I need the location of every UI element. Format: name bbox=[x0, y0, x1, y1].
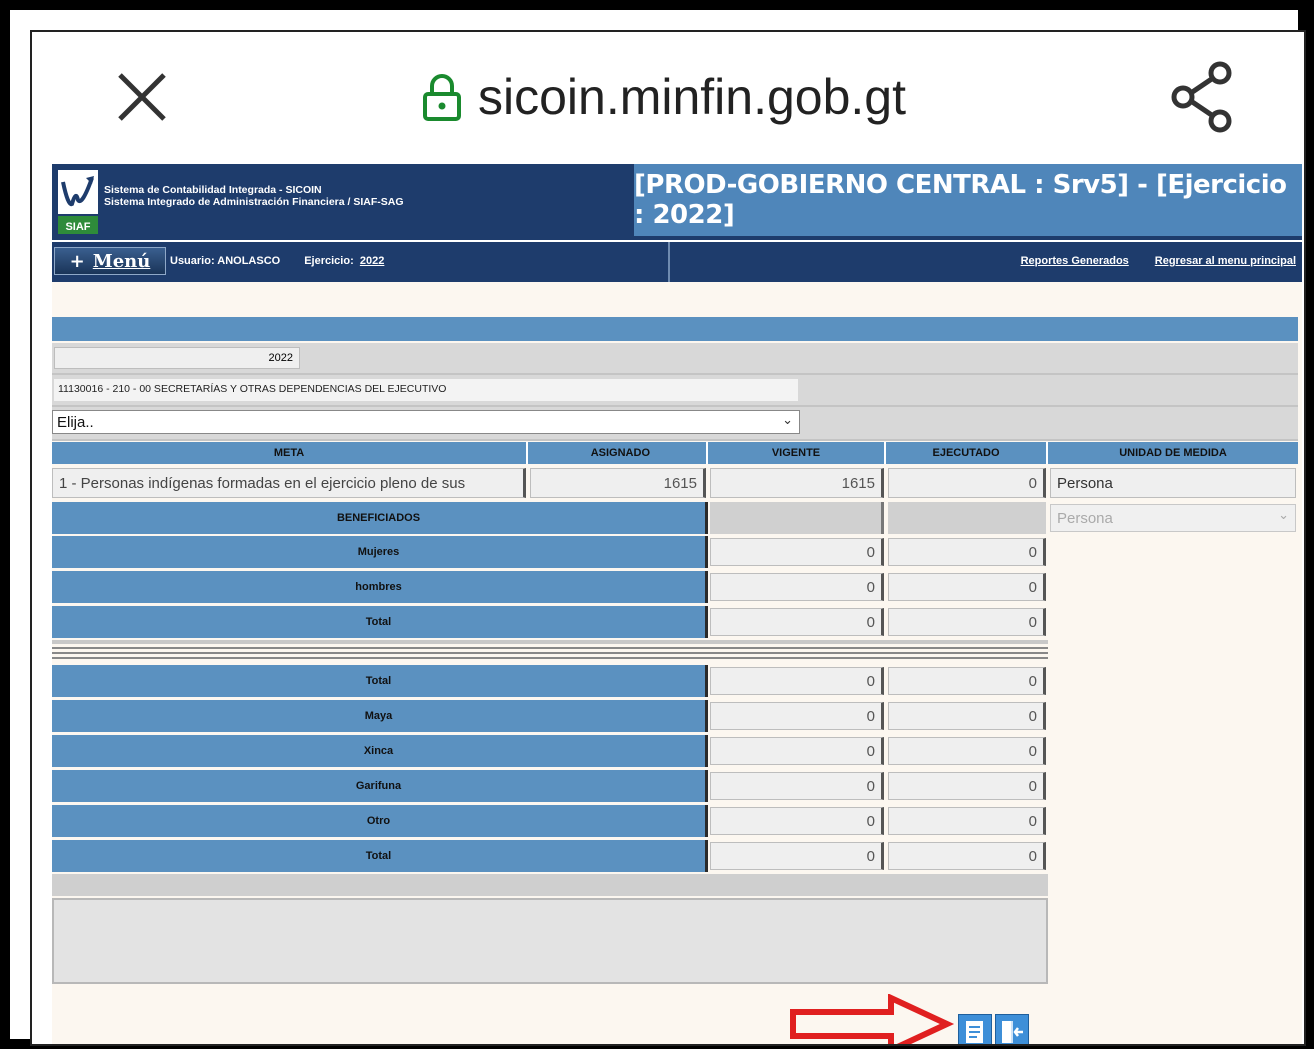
unidad-select-value: Persona bbox=[1057, 510, 1113, 527]
exercise-value[interactable]: 2022 bbox=[360, 255, 384, 267]
ejecutado-input[interactable]: 0 bbox=[888, 807, 1046, 835]
nav-divider bbox=[668, 242, 670, 282]
exercise-label: Ejercicio: bbox=[304, 255, 354, 267]
row-label: Total bbox=[52, 606, 708, 638]
observations-textarea[interactable] bbox=[52, 898, 1048, 984]
document-icon bbox=[966, 1021, 983, 1043]
col-meta: META bbox=[52, 442, 528, 464]
system-line-2: Sistema Integrado de Administración Fina… bbox=[104, 196, 404, 208]
reports-link[interactable]: Reportes Generados bbox=[1021, 255, 1129, 267]
ejecutado-input[interactable]: 0 bbox=[888, 608, 1046, 636]
environment-banner: [PROD-GOBIERNO CENTRAL : Srv5] - [Ejerci… bbox=[634, 164, 1302, 236]
exit-door-icon bbox=[1002, 1021, 1023, 1043]
vigente-input[interactable]: 0 bbox=[710, 807, 884, 835]
user-label: Usuario: ANOLASCO bbox=[170, 255, 281, 267]
address-bar[interactable]: sicoin.minfin.gob.gt bbox=[422, 62, 906, 132]
beneficiados-header: BENEFICIADOS bbox=[52, 502, 708, 534]
meta-field[interactable]: 1 - Personas indígenas formadas en el ej… bbox=[52, 468, 526, 498]
nav-bar: + Menú Usuario: ANOLASCO Ejercicio: 2022… bbox=[52, 242, 1302, 282]
url-text: sicoin.minfin.gob.gt bbox=[478, 69, 907, 125]
siaf-logo: SIAF bbox=[58, 170, 98, 234]
ejecutado-input[interactable]: 0 bbox=[888, 842, 1046, 870]
menu-label: Menú bbox=[92, 250, 151, 272]
menu-button[interactable]: + Menú bbox=[54, 247, 166, 275]
top-band bbox=[52, 317, 1298, 341]
meta-select-value: Elija.. bbox=[57, 414, 94, 431]
chevron-down-icon: ⌄ bbox=[782, 412, 793, 427]
ejecutado-input[interactable]: 0 bbox=[888, 538, 1046, 566]
ejecutado-input[interactable]: 0 bbox=[888, 737, 1046, 765]
close-icon[interactable] bbox=[112, 67, 172, 127]
row-label: Total bbox=[52, 840, 708, 872]
unidad-field[interactable]: Persona bbox=[1050, 468, 1296, 498]
vigente-input[interactable]: 0 bbox=[710, 667, 884, 695]
row-label: Maya bbox=[52, 700, 708, 732]
beneficiados-vigente-blank bbox=[710, 502, 884, 534]
plus-icon: + bbox=[69, 250, 85, 272]
vigente-input[interactable]: 0 bbox=[710, 608, 884, 636]
ejecutado-input[interactable]: 0 bbox=[888, 573, 1046, 601]
app-header: SIAF Sistema de Contabilidad Integrada -… bbox=[52, 164, 1302, 240]
vigente-input[interactable]: 0 bbox=[710, 842, 884, 870]
asignado-field[interactable]: 1615 bbox=[530, 468, 706, 498]
nav-links: Reportes Generados Regresar al menu prin… bbox=[1021, 242, 1296, 280]
col-vigente: VIGENTE bbox=[708, 442, 886, 464]
vigente-input[interactable]: 0 bbox=[710, 538, 884, 566]
phone-screen: sicoin.minfin.gob.gt SIAF Sistema de Con… bbox=[30, 30, 1306, 1046]
vigente-input[interactable]: 0 bbox=[710, 772, 884, 800]
row-label: hombres bbox=[52, 571, 708, 603]
row-label: Garifuna bbox=[52, 770, 708, 802]
screenshot-frame: sicoin.minfin.gob.gt SIAF Sistema de Con… bbox=[10, 10, 1306, 1046]
col-asignado: ASIGNADO bbox=[528, 442, 708, 464]
vigente-input[interactable]: 0 bbox=[710, 573, 884, 601]
ejecutado-input[interactable]: 0 bbox=[888, 772, 1046, 800]
siaf-logo-text: SIAF bbox=[65, 221, 90, 233]
year-field[interactable]: 2022 bbox=[54, 347, 300, 369]
ejecutado-input[interactable]: 0 bbox=[888, 667, 1046, 695]
meta-select[interactable]: Elija.. ⌄ bbox=[52, 410, 800, 434]
row-label: Total bbox=[52, 665, 708, 697]
report-button[interactable] bbox=[958, 1014, 992, 1044]
row-label: Mujeres bbox=[52, 536, 708, 568]
entity-field[interactable]: 11130016 - 210 - 00 SECRETARÍAS Y OTRAS … bbox=[54, 379, 798, 401]
unidad-select[interactable]: Persona ⌄ bbox=[1050, 504, 1296, 532]
system-line-1: Sistema de Contabilidad Integrada - SICO… bbox=[104, 184, 322, 196]
content-area: 2022 11130016 - 210 - 00 SECRETARÍAS Y O… bbox=[52, 282, 1302, 1044]
vigente-input[interactable]: 0 bbox=[710, 737, 884, 765]
vigente-field[interactable]: 1615 bbox=[710, 468, 884, 498]
browser-bar: sicoin.minfin.gob.gt bbox=[32, 32, 1304, 162]
ejecutado-field[interactable]: 0 bbox=[888, 468, 1046, 498]
beneficiados-ejecutado-blank bbox=[888, 502, 1046, 534]
bottom-bar bbox=[52, 874, 1048, 896]
share-icon[interactable] bbox=[1167, 60, 1237, 134]
exit-button[interactable] bbox=[995, 1014, 1029, 1044]
red-arrow-annotation bbox=[790, 994, 955, 1044]
ejecutado-input[interactable]: 0 bbox=[888, 702, 1046, 730]
vigente-input[interactable]: 0 bbox=[710, 702, 884, 730]
lock-icon bbox=[423, 74, 461, 121]
back-to-main-link[interactable]: Regresar al menu principal bbox=[1155, 255, 1296, 267]
row-label: Xinca bbox=[52, 735, 708, 767]
col-ejecutado: EJECUTADO bbox=[886, 442, 1048, 464]
col-unidad: UNIDAD DE MEDIDA bbox=[1048, 442, 1298, 464]
system-names: Sistema de Contabilidad Integrada - SICO… bbox=[104, 184, 404, 208]
user-info: Usuario: ANOLASCO Ejercicio: 2022 bbox=[170, 242, 384, 280]
row-label: Otro bbox=[52, 805, 708, 837]
table-separator bbox=[52, 640, 1048, 662]
exercise-info: Ejercicio: 2022 bbox=[304, 255, 384, 267]
chevron-down-icon: ⌄ bbox=[1278, 507, 1289, 522]
